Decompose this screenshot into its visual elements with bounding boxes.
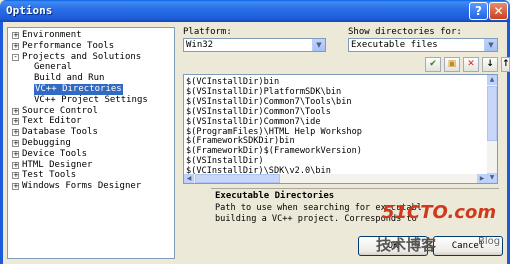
tree-item[interactable]: + Environment	[8, 30, 174, 41]
directory-row[interactable]: $(VSInstallDir)PlatformSDK\bin	[186, 87, 341, 97]
tree-item[interactable]: - Projects and Solutions	[8, 52, 174, 63]
directory-row[interactable]: $(FrameworkDir)$(FrameworkVersion)	[186, 146, 362, 156]
expand-icon[interactable]: +	[12, 42, 19, 50]
directory-row[interactable]: $(VSInstallDir)	[186, 156, 264, 166]
platform-label: Platform:	[183, 27, 232, 37]
tree-item-label: Device Tools	[22, 148, 88, 159]
tree-item-label: Debugging	[22, 138, 71, 148]
tree-item-label: VC++ Directories	[34, 84, 123, 95]
tree-item[interactable]: + Source Control	[8, 106, 174, 117]
directory-row[interactable]: $(VSInstallDir)Common7\ide	[186, 117, 321, 127]
tree-item[interactable]: + Debugging	[8, 138, 174, 149]
watermark-site: 51CTO.com	[382, 202, 497, 223]
expand-icon[interactable]: +	[12, 183, 19, 191]
scroll-left-icon[interactable]: ◀	[184, 174, 194, 183]
tree-item[interactable]: + Database Tools	[8, 127, 174, 138]
tree-item-label: Text Editor	[22, 116, 82, 127]
directory-row[interactable]: $(FrameworkSDKDir)bin	[186, 136, 295, 146]
window-title: Options	[6, 4, 53, 17]
platform-value: Win32	[186, 40, 214, 50]
tree-item[interactable]: + Windows Forms Designer	[8, 181, 174, 192]
tree-item-label: General	[34, 62, 72, 73]
tree-item-label: Performance Tools	[22, 40, 115, 51]
scroll-down-icon[interactable]: ▼	[487, 173, 497, 183]
chevron-down-icon[interactable]: ▼	[312, 39, 325, 51]
tree-item-label: Source Control	[22, 105, 98, 116]
tree-item[interactable]: + Text Editor	[8, 116, 174, 127]
tree-item-label: VC++ Project Settings	[34, 94, 148, 105]
window-frame-left	[0, 22, 3, 264]
tree-item-label: Test Tools	[22, 170, 77, 181]
vertical-scrollbar[interactable]: ▲ ▼	[487, 75, 497, 183]
move-up-icon[interactable]: ↑	[501, 57, 510, 72]
tree-item-label: Windows Forms Designer	[22, 181, 142, 192]
tree-item[interactable]: General	[8, 62, 174, 73]
scroll-right-icon[interactable]: ▶	[477, 174, 487, 183]
move-down-icon[interactable]: ↓	[482, 57, 498, 72]
expand-icon[interactable]: +	[12, 161, 19, 169]
watermark-tag: 技术博客	[376, 236, 437, 254]
tree-item[interactable]: VC++ Project Settings	[8, 95, 174, 106]
expand-icon[interactable]: +	[12, 150, 19, 158]
title-bar: Options ? ✕	[0, 0, 510, 22]
expand-icon[interactable]: +	[12, 140, 19, 147]
tree-item[interactable]: Build and Run	[8, 73, 174, 84]
directory-row[interactable]: $(ProgramFiles)\HTML Help Workshop	[186, 127, 362, 137]
help-button[interactable]: ?	[469, 2, 488, 20]
tree-item-label: Build and Run	[34, 73, 105, 84]
tree-item-label: Database Tools	[22, 127, 98, 138]
directory-row[interactable]: $(VSInstallDir)Common7\Tools\bin	[186, 97, 352, 107]
tree-item[interactable]: + HTML Designer	[8, 160, 174, 171]
collapse-icon[interactable]: -	[12, 53, 19, 61]
options-tree[interactable]: + Environment + Performance Tools - Projects …	[7, 27, 175, 259]
directory-row[interactable]: $(VCInstallDir)bin	[186, 77, 279, 87]
expand-icon[interactable]: +	[12, 32, 19, 39]
scroll-thumb-horizontal[interactable]	[195, 174, 280, 183]
new-folder-icon[interactable]: ▣	[444, 57, 460, 72]
watermark-blog: Blog	[478, 236, 501, 247]
expand-icon[interactable]: +	[12, 118, 19, 126]
scroll-up-icon[interactable]: ▲	[487, 75, 497, 85]
check-icon[interactable]: ✔	[425, 57, 441, 72]
expand-icon[interactable]: +	[12, 107, 19, 115]
delete-icon[interactable]: ✕	[463, 57, 479, 72]
tree-item[interactable]: + Device Tools	[8, 149, 174, 160]
directory-list[interactable]: $(VCInstallDir)bin $(VSInstallDir)Platfor…	[183, 74, 498, 184]
tree-item-label: Projects and Solutions	[22, 51, 142, 62]
show-dirs-label: Show directories for:	[348, 27, 462, 37]
expand-icon[interactable]: +	[12, 129, 19, 137]
scroll-thumb[interactable]	[487, 86, 497, 141]
expand-icon[interactable]: +	[12, 172, 19, 180]
tree-item[interactable]: + Test Tools	[8, 170, 174, 181]
directory-row[interactable]: $(VSInstallDir)Common7\Tools	[186, 107, 331, 117]
horizontal-scrollbar[interactable]: ◀ ▶	[184, 174, 487, 183]
close-button[interactable]: ✕	[489, 2, 508, 20]
platform-combo[interactable]: Win32 ▼	[183, 38, 326, 52]
tree-item[interactable]: VC++ Directories	[8, 84, 174, 95]
chevron-down-icon[interactable]: ▼	[484, 39, 497, 51]
tree-item[interactable]: + Performance Tools	[8, 41, 174, 52]
tree-item-label: HTML Designer	[22, 159, 93, 170]
tree-item-label: Environment	[22, 30, 82, 40]
show-dirs-value: Executable files	[351, 40, 438, 50]
description-title: Executable Directories	[215, 191, 335, 201]
show-dirs-combo[interactable]: Executable files ▼	[348, 38, 498, 52]
